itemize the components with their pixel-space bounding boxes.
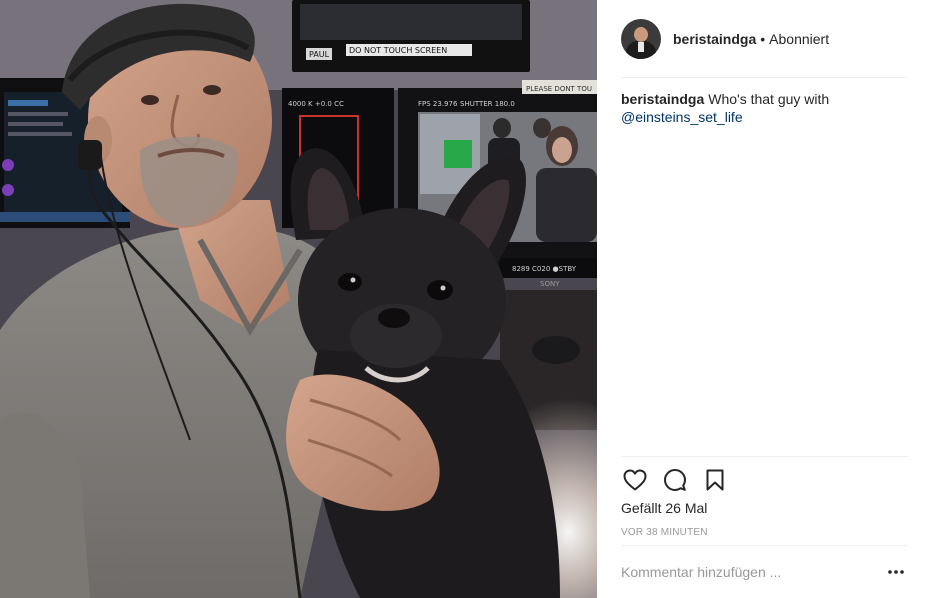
more-options-button[interactable] [884,560,908,584]
header-separator: • [760,30,766,47]
follow-status-button[interactable]: Abonniert [769,31,829,47]
caption-username-link[interactable]: beristaindga [621,91,704,107]
caption-text: Who's that guy with [708,91,830,107]
header-username-link[interactable]: beristaindga [673,31,756,47]
bookmark-icon [706,469,724,490]
caption-mention-link[interactable]: @einsteins_set_life [621,108,908,126]
comment-button[interactable] [661,466,689,494]
like-button[interactable] [621,466,649,494]
post-timestamp[interactable]: VOR 38 MINUTEN [621,527,708,538]
heart-icon [623,469,647,490]
monitor-top: PAUL DO NOT TOUCH SCREEN [292,0,530,72]
monitor-label-do-not-touch: DO NOT TOUCH SCREEN [349,46,447,55]
monitor-stats-fps: FPS 23.976 [418,100,458,108]
monitor-stats-shutter: SHUTTER 180.0 [460,100,515,108]
avatar[interactable] [621,18,661,59]
instagram-post: PAUL DO NOT TOUCH SCREEN 4000 K +0.0 CC [0,0,930,598]
header-text: beristaindga • Abonniert [673,31,829,47]
save-button[interactable] [701,466,729,494]
post-caption: beristaindga Who's that guy with @einstei… [621,90,908,126]
post-side-panel: beristaindga • Abonniert beristaindga Who… [597,0,930,598]
likes-count[interactable]: Gefällt 26 Mal [621,500,707,516]
monitor-stats-left: 4000 K +0.0 CC [288,100,344,108]
comment-icon [664,468,686,491]
monitor-label-please: PLEASE DONT TOU [526,85,592,93]
post-header: beristaindga • Abonniert [621,0,908,78]
monitor-stats-lower: 8289 C020 ●STBY [512,265,577,273]
monitor-label-paul: PAUL [309,50,330,59]
comment-bar [621,545,908,598]
comment-input[interactable] [621,564,884,580]
monitor-brand: SONY [540,280,560,288]
post-actions [621,456,908,502]
more-options-icon [888,570,904,574]
post-photo[interactable]: PAUL DO NOT TOUCH SCREEN 4000 K +0.0 CC [0,0,597,598]
